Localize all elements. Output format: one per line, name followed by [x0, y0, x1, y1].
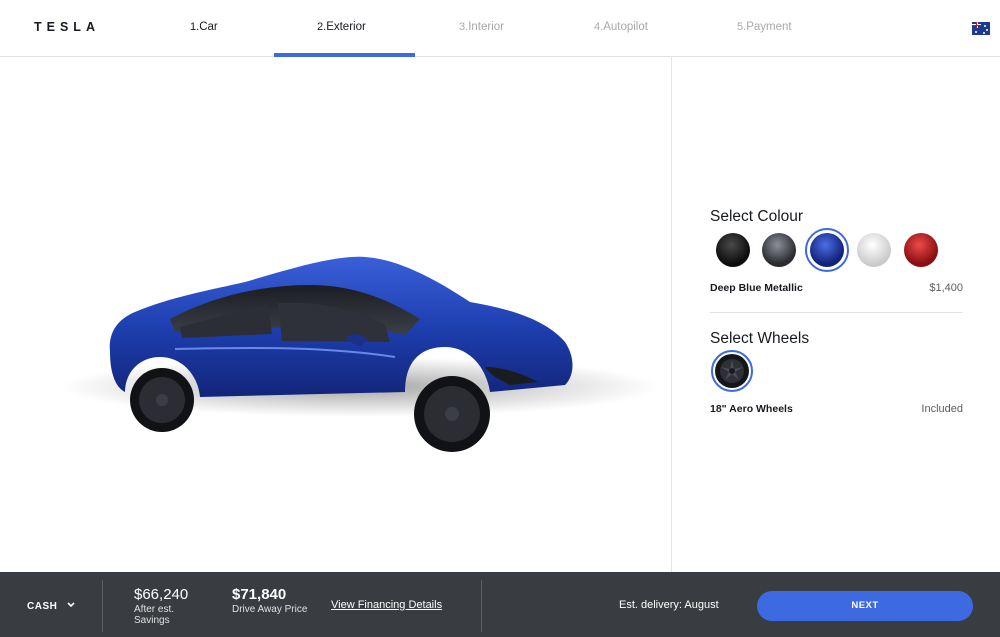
after-savings-label-line1: After est.	[134, 604, 175, 615]
view-financing-link[interactable]: View Financing Details	[331, 599, 442, 611]
step-label: Payment	[746, 21, 792, 33]
step-number: 4.	[594, 21, 604, 33]
after-savings-label-line2: Savings	[134, 615, 170, 626]
select-colour-title: Select Colour	[710, 208, 804, 225]
selected-wheel-price: Included	[921, 403, 963, 415]
flag-star	[975, 31, 977, 33]
colour-swatch-midnight-silver[interactable]	[762, 233, 796, 267]
footer-divider	[102, 580, 103, 632]
step-exterior[interactable]: 2.Exterior	[317, 21, 366, 33]
select-wheels-title: Select Wheels	[710, 330, 810, 347]
step-label: Exterior	[326, 21, 366, 33]
car-front-wheel	[414, 376, 490, 452]
step-number: 1.	[190, 21, 200, 33]
car-rear-wheel	[130, 368, 194, 432]
wheel-option-aero[interactable]	[711, 350, 753, 392]
step-payment[interactable]: 5.Payment	[737, 21, 792, 33]
step-number: 5.	[737, 21, 747, 33]
colour-swatch-white[interactable]	[857, 233, 891, 267]
payment-mode-dropdown[interactable]: CASH	[27, 600, 75, 612]
step-car[interactable]: 1.Car	[190, 21, 218, 33]
top-nav: TESLA 1.Car 2.Exterior 3.Interior 4.Auto…	[0, 0, 1000, 57]
flag-star	[983, 32, 985, 34]
section-divider	[710, 312, 963, 313]
footer-divider	[481, 580, 482, 632]
colour-swatch-red[interactable]	[904, 233, 938, 267]
tesla-logo[interactable]: TESLA	[34, 20, 100, 34]
flag-star	[986, 29, 988, 31]
flag-star	[984, 25, 986, 27]
delivery-estimate: Est. delivery: August	[619, 599, 719, 611]
after-savings-price: $66,240	[134, 586, 189, 603]
drive-away-price: $71,840	[232, 586, 287, 603]
chevron-down-icon	[67, 600, 75, 611]
next-button[interactable]: NEXT	[757, 591, 973, 621]
step-number: 3.	[459, 21, 469, 33]
selected-colour-price: $1,400	[929, 282, 963, 294]
selected-wheel-name: 18" Aero Wheels	[710, 403, 793, 415]
step-interior[interactable]: 3.Interior	[459, 21, 504, 33]
car-preview	[0, 57, 671, 572]
panel-divider	[671, 57, 672, 572]
step-number: 2.	[317, 21, 327, 33]
car-image	[60, 256, 660, 452]
colour-swatch-deep-blue[interactable]	[805, 228, 849, 272]
step-label: Autopilot	[603, 21, 648, 33]
colour-swatch-black[interactable]	[716, 233, 750, 267]
union-jack-red-h	[972, 24, 981, 26]
step-label: Interior	[468, 21, 504, 33]
aero-wheel-icon	[715, 354, 749, 388]
selected-colour-name: Deep Blue Metallic	[710, 282, 803, 294]
australia-flag-icon[interactable]	[972, 22, 990, 35]
step-label: Car	[199, 21, 218, 33]
price-summary-bar: CASH $66,240 After est. Savings $71,840 …	[0, 572, 1000, 637]
payment-mode-label: CASH	[27, 601, 58, 612]
after-savings-label: After est. Savings	[134, 604, 174, 626]
step-autopilot[interactable]: 4.Autopilot	[594, 21, 648, 33]
drive-away-label: Drive Away Price	[232, 604, 308, 615]
